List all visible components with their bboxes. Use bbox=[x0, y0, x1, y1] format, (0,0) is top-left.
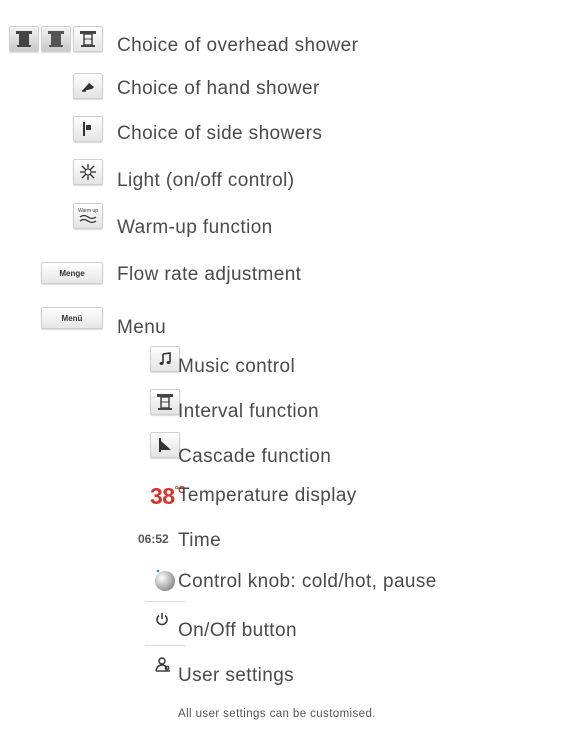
divider bbox=[145, 645, 185, 646]
interval-icon bbox=[157, 394, 173, 410]
control-knob-label: Control knob: cold/hot, pause bbox=[178, 571, 437, 592]
hand-shower-icon bbox=[82, 83, 94, 92]
menu-button[interactable]: Menü bbox=[41, 307, 103, 329]
music-row: Music control bbox=[0, 346, 565, 378]
warm-up-row: Warm up Warm-up function bbox=[0, 203, 565, 238]
side-shower-button[interactable] bbox=[73, 116, 103, 142]
flow-rate-row: Menge Flow rate adjustment bbox=[0, 262, 565, 294]
power-row: On/Off button bbox=[0, 612, 565, 644]
menu-row: Menü Menu bbox=[0, 307, 565, 339]
power-icon bbox=[156, 613, 168, 626]
divider bbox=[145, 601, 185, 602]
warm-up-label: Warm-up function bbox=[117, 217, 273, 238]
cascade-row: Cascade function bbox=[0, 432, 565, 467]
overhead-shower-2-button[interactable] bbox=[41, 26, 71, 52]
warm-up-icon bbox=[79, 214, 97, 224]
interval-row: Interval function bbox=[0, 389, 565, 422]
warm-up-button[interactable]: Warm up bbox=[73, 203, 103, 229]
light-label: Light (on/off control) bbox=[117, 170, 295, 191]
user-settings-icon bbox=[155, 657, 170, 672]
light-row: Light (on/off control) bbox=[0, 159, 565, 191]
light-button[interactable] bbox=[73, 159, 103, 185]
user-settings-row: User settings bbox=[0, 656, 565, 688]
user-settings-button[interactable] bbox=[154, 656, 174, 676]
hand-shower-row: Choice of hand shower bbox=[0, 73, 565, 105]
time-value: 06:52 bbox=[138, 532, 169, 546]
temperature-row: 38°C Temperature display bbox=[0, 480, 565, 512]
music-button[interactable] bbox=[150, 346, 180, 372]
user-settings-note: All user settings can be customised. bbox=[178, 708, 376, 720]
side-shower-icon bbox=[83, 122, 91, 136]
control-knob-row: Control knob: cold/hot, pause bbox=[0, 567, 565, 599]
power-button[interactable] bbox=[155, 612, 173, 630]
flow-rate-label: Flow rate adjustment bbox=[117, 264, 302, 285]
power-label: On/Off button bbox=[178, 620, 297, 641]
control-knob-icon bbox=[155, 569, 175, 591]
overhead-shower-3-button[interactable] bbox=[73, 26, 103, 52]
side-shower-label: Choice of side showers bbox=[117, 123, 323, 144]
overhead-shower-label: Choice of overhead shower bbox=[117, 35, 359, 56]
music-label: Music control bbox=[178, 356, 296, 377]
overhead-shower-row: Choice of overhead shower bbox=[0, 26, 565, 58]
interval-button[interactable] bbox=[150, 389, 180, 415]
cascade-button[interactable] bbox=[150, 432, 180, 458]
temperature-label: Temperature display bbox=[178, 485, 357, 506]
overhead-shower-icon bbox=[16, 31, 32, 47]
menu-label: Menu bbox=[117, 317, 167, 338]
light-icon bbox=[80, 164, 96, 180]
user-settings-label: User settings bbox=[178, 665, 295, 686]
time-row: 06:52 Time bbox=[0, 525, 565, 557]
hand-shower-label: Choice of hand shower bbox=[117, 78, 320, 99]
overhead-shower-1-button[interactable] bbox=[9, 26, 39, 52]
interval-label: Interval function bbox=[178, 401, 319, 422]
time-label: Time bbox=[178, 530, 222, 551]
flow-rate-button[interactable]: Menge bbox=[41, 262, 103, 284]
side-shower-row: Choice of side showers bbox=[0, 116, 565, 148]
cascade-label: Cascade function bbox=[178, 446, 332, 467]
hand-shower-button[interactable] bbox=[73, 73, 103, 99]
overhead-shower-icon bbox=[48, 31, 64, 47]
control-knob[interactable] bbox=[152, 568, 176, 592]
cascade-icon bbox=[159, 438, 171, 452]
music-icon bbox=[159, 352, 171, 365]
overhead-shower-icon bbox=[80, 31, 96, 47]
